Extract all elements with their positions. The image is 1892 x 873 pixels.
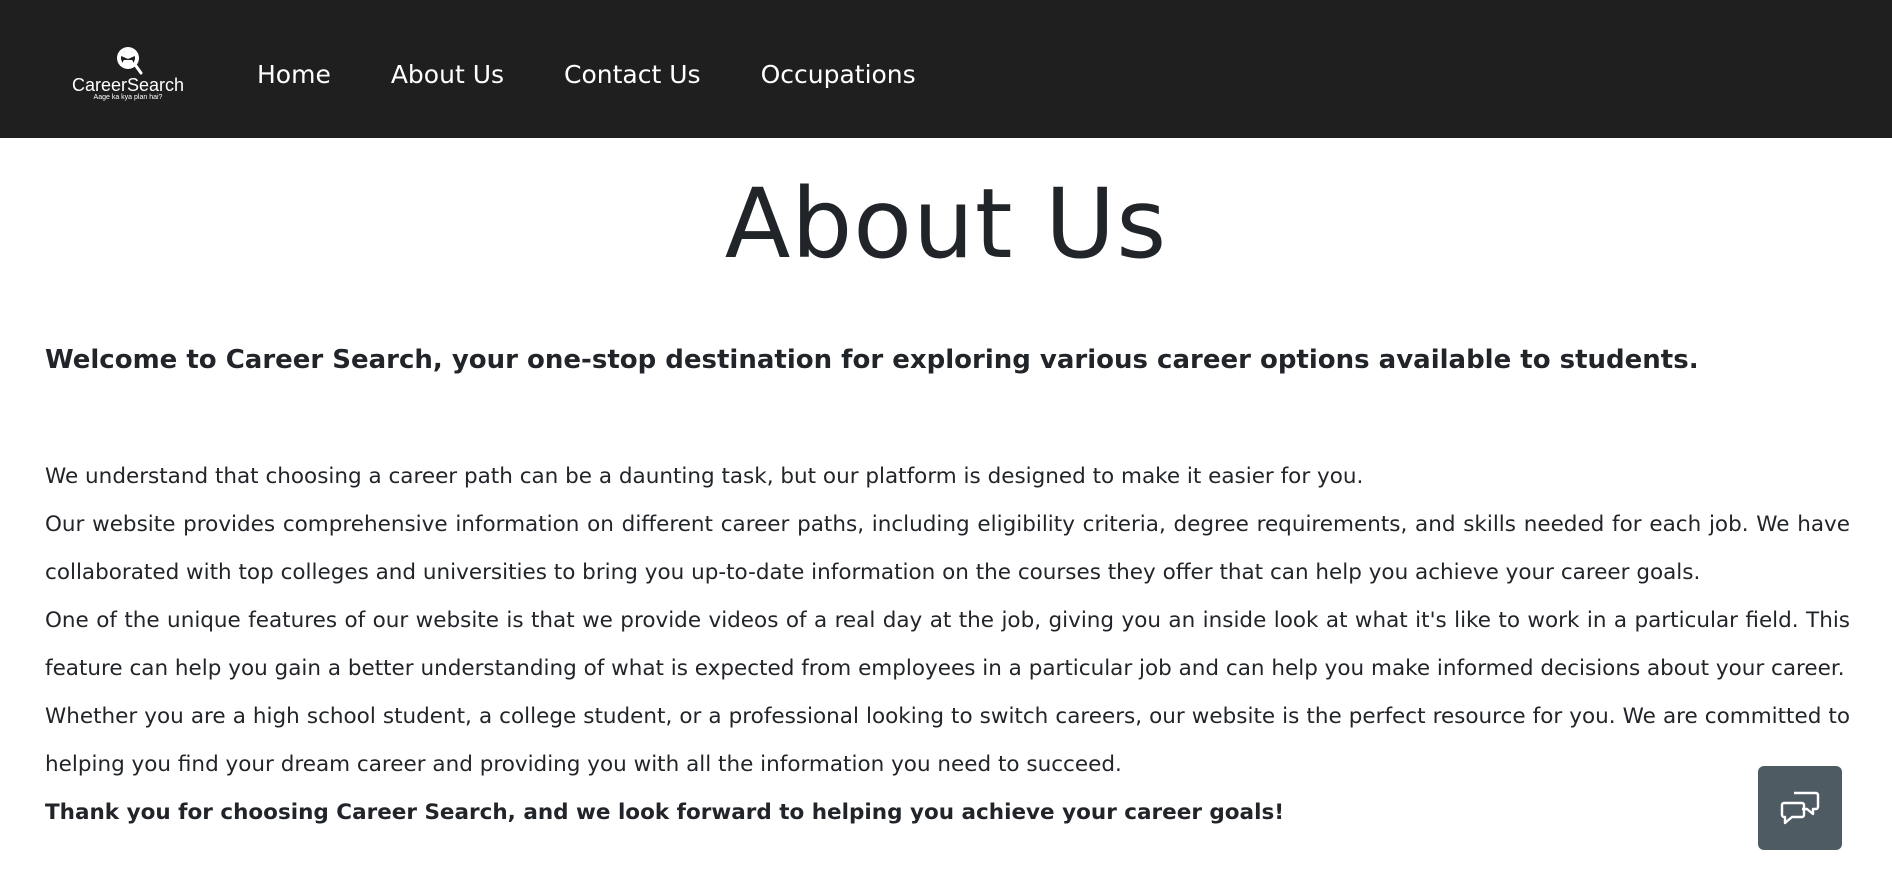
chat-button[interactable]: [1758, 766, 1842, 850]
navbar: CareerSearch Aage ka kya plan hai? Home …: [0, 0, 1892, 138]
nav-link-occupations[interactable]: Occupations: [761, 58, 916, 92]
welcome-heading: Welcome to Career Search, your one-stop …: [45, 345, 1699, 375]
logo-graduate-icon: [117, 47, 143, 75]
about-paragraph-2: Our website provides comprehensive infor…: [45, 512, 1850, 585]
chat-bubbles-icon: [1780, 791, 1820, 825]
main-nav: Home About Us Contact Us Occupations: [257, 58, 916, 92]
nav-link-contact-us[interactable]: Contact Us: [564, 58, 701, 92]
logo-tagline: Aage ka kya plan hai?: [93, 94, 163, 101]
about-paragraph-1: We understand that choosing a career pat…: [45, 464, 1364, 489]
nav-link-about-us[interactable]: About Us: [391, 58, 504, 92]
thanks-text: Thank you for choosing Career Search, an…: [45, 800, 1285, 825]
logo-name: CareerSearch: [71, 75, 185, 95]
logo[interactable]: CareerSearch Aage ka kya plan hai?: [70, 44, 186, 104]
about-paragraph-4: Whether you are a high school student, a…: [45, 704, 1850, 777]
about-content: We understand that choosing a career pat…: [45, 453, 1850, 837]
nav-link-home[interactable]: Home: [257, 58, 331, 92]
page-title: About Us: [724, 168, 1168, 280]
about-paragraph-3: One of the unique features of our websit…: [45, 608, 1850, 681]
